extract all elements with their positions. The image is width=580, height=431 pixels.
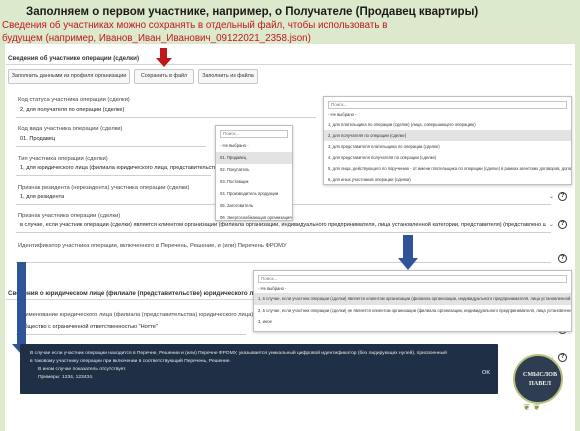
dropdown-option[interactable]: 3, иное xyxy=(254,317,571,326)
dropdown-option[interactable]: 06. Энергоснабжающая организация xyxy=(216,212,292,224)
field-underline xyxy=(16,117,316,118)
type-code-label: Код вида участника операции (сделки) xyxy=(18,126,123,132)
dropdown-option[interactable]: 03. Поставщик xyxy=(216,176,292,188)
section-divider xyxy=(6,64,572,65)
dropdown-option[interactable]: 3, для представителя плательщика по опер… xyxy=(324,141,571,152)
help-icon[interactable]: ? xyxy=(558,192,567,201)
dropdown-search-input[interactable]: Поиск... xyxy=(220,130,288,138)
tooltip-text: В ином случае показатель отсутствует. xyxy=(38,367,127,372)
fill-from-file-button[interactable]: Заполнить из файла xyxy=(198,69,258,84)
tooltip-text: в таковому участнику операции при включе… xyxy=(30,359,231,364)
participant-sign-label: Признак участника операции (сделки) xyxy=(18,213,121,219)
blue-arrow-shaft xyxy=(17,262,26,345)
dropdown-option-selected[interactable]: 01. Продавец xyxy=(216,152,292,164)
dropdown-option-selected[interactable]: 2, для получателя по операции (сделке) xyxy=(324,130,571,141)
dropdown-option[interactable]: 05. Заготовитель xyxy=(216,200,292,212)
dropdown-option[interactable]: - Не выбрано - xyxy=(216,140,292,152)
field-underline xyxy=(16,146,206,147)
dropdown-option[interactable]: 5, для лица, действующего по поручению -… xyxy=(324,163,571,174)
participant-section-title: Сведения об участнике операции (сделки) xyxy=(8,55,140,62)
field-underline xyxy=(16,262,551,263)
tooltip-text: Примеры: 1234, 123434. xyxy=(38,375,94,380)
legal-name-label: Наименование юридического лица (филиала … xyxy=(18,312,254,318)
dropdown-option[interactable]: 6, для иных участников операции (сделки) xyxy=(324,174,571,185)
list-identifier-label: Идентификатор участника операции, включе… xyxy=(18,243,287,249)
dropdown-search-input[interactable]: Поиск... xyxy=(258,275,567,283)
resident-sign-label: Признак резидента (нерезидента) участник… xyxy=(18,185,190,191)
field-underline xyxy=(16,232,551,233)
help-icon[interactable]: ? xyxy=(558,254,567,263)
participant-type-value[interactable]: 1, для юридического лица (филиала юридич… xyxy=(20,165,225,171)
participant-sign-dropdown[interactable]: Поиск... - Не выбрано - 1, в случае, есл… xyxy=(253,270,572,332)
fill-from-profile-button[interactable]: Заполнить данными из профиля организации xyxy=(8,69,130,84)
chevron-down-icon[interactable]: ⌄ xyxy=(549,193,554,200)
dropdown-option-selected[interactable]: 1, в случае, если участник операции (сде… xyxy=(254,293,571,305)
tooltip-text: В случае если участник операции находитс… xyxy=(30,351,447,356)
author-logo: СМЫСЛОВ ПАВЕЛ ❦ ❦ xyxy=(503,354,573,414)
dropdown-option[interactable]: 04. Производитель продукции xyxy=(216,188,292,200)
dropdown-option[interactable]: 02. Покупатель xyxy=(216,164,292,176)
help-icon[interactable]: ? xyxy=(558,220,567,229)
participant-type-label: Тип участника операции (сделки) xyxy=(18,156,108,162)
red-arrow-shaft xyxy=(160,48,167,58)
status-code-value[interactable]: 2, для получателя по операции (сделке) xyxy=(20,107,124,113)
help-tooltip: В случае если участник операции находитс… xyxy=(20,344,498,394)
tooltip-ok-button[interactable]: OK xyxy=(482,370,490,376)
logo-badge: СМЫСЛОВ ПАВЕЛ xyxy=(513,354,563,404)
type-code-dropdown[interactable]: Поиск... - Не выбрано - 01. Продавец 02.… xyxy=(215,125,293,221)
chevron-down-icon[interactable]: ⌄ xyxy=(549,221,554,228)
blue-arrow-head xyxy=(398,258,418,270)
status-code-label: Код статуса участника операции (сделки) xyxy=(18,97,130,103)
status-code-dropdown[interactable]: Поиск... - Не выбрано - 1, для плательщи… xyxy=(323,96,572,185)
field-underline xyxy=(16,334,246,335)
red-arrow-head xyxy=(156,58,172,67)
dropdown-option[interactable]: 2, в случае, если участник операции (сде… xyxy=(254,305,571,317)
legal-section-title: Сведения о юридическом лице (филиале (пр… xyxy=(8,290,267,297)
dropdown-option[interactable]: - Не выбрано - xyxy=(254,285,571,293)
blue-arrow-shaft xyxy=(403,235,413,259)
laurel-icon: ❦ ❦ xyxy=(523,402,541,412)
logo-text: ПАВЕЛ xyxy=(528,380,552,387)
legal-name-value[interactable]: Общество с ограниченной ответственностью… xyxy=(20,324,158,330)
dropdown-option[interactable]: - Не выбрано - xyxy=(324,111,571,119)
save-to-file-button[interactable]: Сохранить в файл xyxy=(134,69,194,84)
dropdown-option[interactable]: 4, для представителя получателя по опера… xyxy=(324,152,571,163)
form-screenshot: Сведения об участнике операции (сделки) … xyxy=(0,0,580,431)
dropdown-option[interactable]: 1, для плательщика по операции (сделке) … xyxy=(324,119,571,130)
field-underline xyxy=(16,175,211,176)
dropdown-search-input[interactable]: Поиск... xyxy=(328,101,567,109)
resident-sign-value[interactable]: 1, для резидента xyxy=(20,194,64,200)
logo-text: СМЫСЛОВ xyxy=(522,371,558,378)
type-code-value[interactable]: 01. Продавец xyxy=(20,136,55,142)
